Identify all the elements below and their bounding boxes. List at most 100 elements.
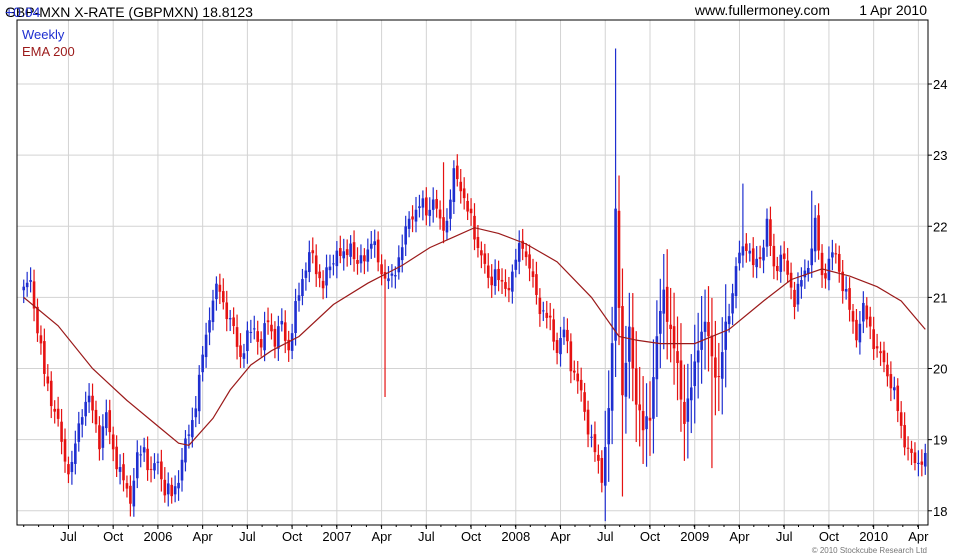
candle-body <box>156 461 160 463</box>
x-tick-label: Oct <box>640 529 661 544</box>
candle-body <box>36 306 39 334</box>
candle-body <box>724 321 727 350</box>
candle-body <box>177 482 180 489</box>
candle-body <box>246 330 249 352</box>
candle-body <box>349 243 352 257</box>
candle-body <box>837 253 841 272</box>
copyright-notice: © 2010 Stockcube Research Ltd <box>811 546 927 555</box>
candle-body <box>862 302 865 322</box>
y-tick-label: 18 <box>933 504 947 519</box>
candle-body <box>321 280 325 289</box>
candle-body <box>228 318 232 320</box>
candle-body <box>294 301 297 334</box>
candle-body <box>679 360 683 400</box>
candle-body <box>762 247 765 261</box>
x-tick-label: 2006 <box>143 529 172 544</box>
y-tick-label: 21 <box>933 290 947 305</box>
candle-body <box>180 459 184 481</box>
candle-body <box>266 320 270 323</box>
candle-body <box>641 411 645 431</box>
candle-body <box>676 351 679 364</box>
candle-body <box>43 341 46 374</box>
candle-body <box>70 461 74 473</box>
candle-body <box>734 266 738 297</box>
y-tick-label: 20 <box>933 362 947 377</box>
candle-body <box>720 352 724 379</box>
candle-body <box>77 423 81 442</box>
candle-body <box>597 454 600 461</box>
candle-body <box>153 463 156 471</box>
candle-body <box>232 317 235 327</box>
candle-body <box>569 341 573 372</box>
y-tick-label: 24 <box>933 77 947 92</box>
candle-body <box>369 243 373 249</box>
candle-body <box>776 265 779 272</box>
candle-body <box>528 254 531 269</box>
x-tick-label: 2009 <box>680 529 709 544</box>
x-tick-label: Oct <box>103 529 124 544</box>
candle-body <box>672 326 676 349</box>
candle-body <box>283 322 287 341</box>
candle-body <box>404 226 407 245</box>
candle-body <box>913 452 917 464</box>
candle-body <box>297 295 301 301</box>
candle-body <box>844 288 848 292</box>
candle-body <box>301 279 304 297</box>
candle-body <box>376 239 380 263</box>
candle-body <box>263 323 266 351</box>
candle-body <box>652 377 655 419</box>
candle-body <box>469 208 473 214</box>
candle-body <box>98 425 101 450</box>
candle-body <box>628 326 631 362</box>
candle-body <box>163 479 167 496</box>
candle-body <box>318 271 321 279</box>
candle-body <box>552 319 555 342</box>
candle-body <box>373 241 377 246</box>
candle-body <box>115 446 118 470</box>
candle-body <box>342 251 346 259</box>
candle-body <box>810 248 814 266</box>
candle-body <box>122 464 125 481</box>
candle-body <box>390 273 394 276</box>
candle-body <box>741 246 745 256</box>
candle-body <box>208 320 211 333</box>
candle-body <box>662 289 666 314</box>
candle-body <box>562 329 566 338</box>
candle-body <box>717 376 721 378</box>
candle-body <box>132 480 136 507</box>
candle-body <box>555 340 559 353</box>
candle-body <box>352 242 356 260</box>
candle-body <box>170 484 173 497</box>
candle-body <box>500 279 504 282</box>
candle-body <box>531 271 535 278</box>
candle-body <box>769 219 772 247</box>
candle-body <box>314 255 318 275</box>
candle-body <box>235 327 239 347</box>
candle-body <box>906 447 910 449</box>
x-tick-label: Oct <box>461 529 482 544</box>
candle-body <box>882 350 886 363</box>
candle-body <box>142 447 146 453</box>
candle-body <box>359 255 363 264</box>
candle-body <box>806 268 810 274</box>
candle-body <box>572 370 576 373</box>
candle-body <box>855 319 858 341</box>
x-tick-label: Apr <box>908 529 929 544</box>
candle-body <box>46 376 50 384</box>
x-tick-label: Jul <box>776 529 793 544</box>
x-tick-label: 2008 <box>501 529 530 544</box>
candle-body <box>511 271 514 292</box>
candle-body <box>466 200 469 212</box>
candle-body <box>707 322 710 337</box>
candle-body <box>607 408 611 445</box>
candle-body <box>118 467 122 472</box>
candle-body <box>548 315 552 318</box>
candle-body <box>366 249 370 262</box>
candle-body <box>49 380 53 407</box>
legend-ema-200: EMA 200 <box>22 44 75 59</box>
candle-body <box>338 248 342 256</box>
candle-body <box>125 483 129 489</box>
candle-body <box>731 293 734 314</box>
candle-body <box>504 282 507 289</box>
candle-body <box>29 280 32 282</box>
